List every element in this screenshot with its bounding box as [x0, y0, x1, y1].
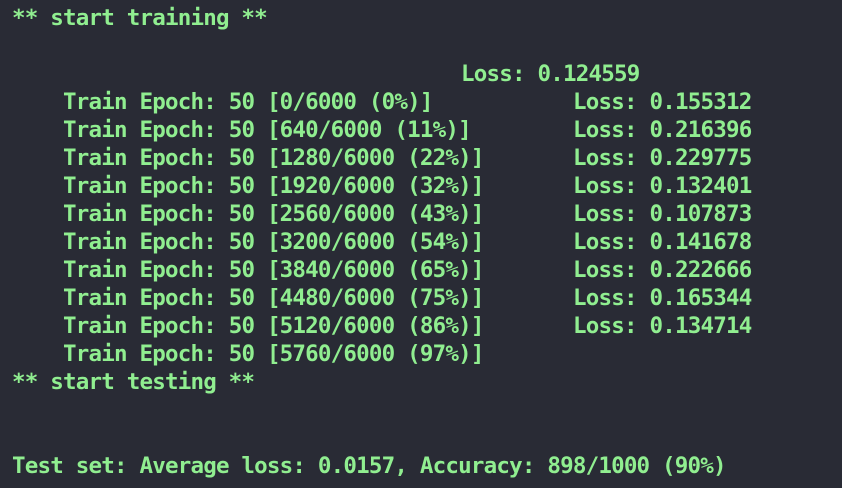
terminal-output[interactable]: ** start training ** Train Epoch: 50 [0/…: [0, 0, 842, 488]
train-line: Train Epoch: 50 [2560/6000 (43%)] Loss: 0…: [12, 172, 752, 227]
train-loss: Loss: 0.134714: [573, 313, 752, 339]
test-result: Test set: Average loss: 0.0157, Accuracy…: [12, 453, 727, 479]
train-loss: Loss: 0.132401: [573, 173, 752, 199]
train-loss: Loss: 0.155312: [573, 89, 752, 115]
train-loss: Loss: 0.165344: [573, 285, 752, 311]
testing-header: ** start testing **: [12, 369, 255, 395]
train-line: Train Epoch: 50 [5760/6000 (97%)] Loss: 0…: [12, 312, 752, 367]
train-progress: Train Epoch: 50 [5760/6000 (97%)]: [63, 341, 484, 367]
train-line: Train Epoch: 50 [0/6000 (0%)] Loss: 0.124…: [12, 60, 640, 115]
train-line: Train Epoch: 50 [5120/6000 (86%)] Loss: 0…: [12, 284, 752, 339]
train-loss: Loss: 0.222666: [573, 257, 752, 283]
train-loss: Loss: 0.229775: [573, 145, 752, 171]
train-line: Train Epoch: 50 [3200/6000 (54%)] Loss: 0…: [12, 200, 752, 255]
training-header: ** start training **: [12, 5, 268, 31]
train-line: Train Epoch: 50 [1280/6000 (22%)] Loss: 0…: [12, 116, 752, 171]
train-line: Train Epoch: 50 [3840/6000 (65%)] Loss: 0…: [12, 228, 752, 283]
train-loss: Loss: 0.107873: [573, 201, 752, 227]
train-loss: Loss: 0.216396: [573, 117, 752, 143]
train-loss: Loss: 0.141678: [573, 229, 752, 255]
train-line: Train Epoch: 50 [4480/6000 (75%)] Loss: 0…: [12, 256, 752, 311]
train-loss: Loss: 0.124559: [461, 61, 640, 87]
train-line: Train Epoch: 50 [1920/6000 (32%)] Loss: 0…: [12, 144, 752, 199]
train-line: Train Epoch: 50 [640/6000 (11%)] Loss: 0.…: [12, 88, 752, 143]
